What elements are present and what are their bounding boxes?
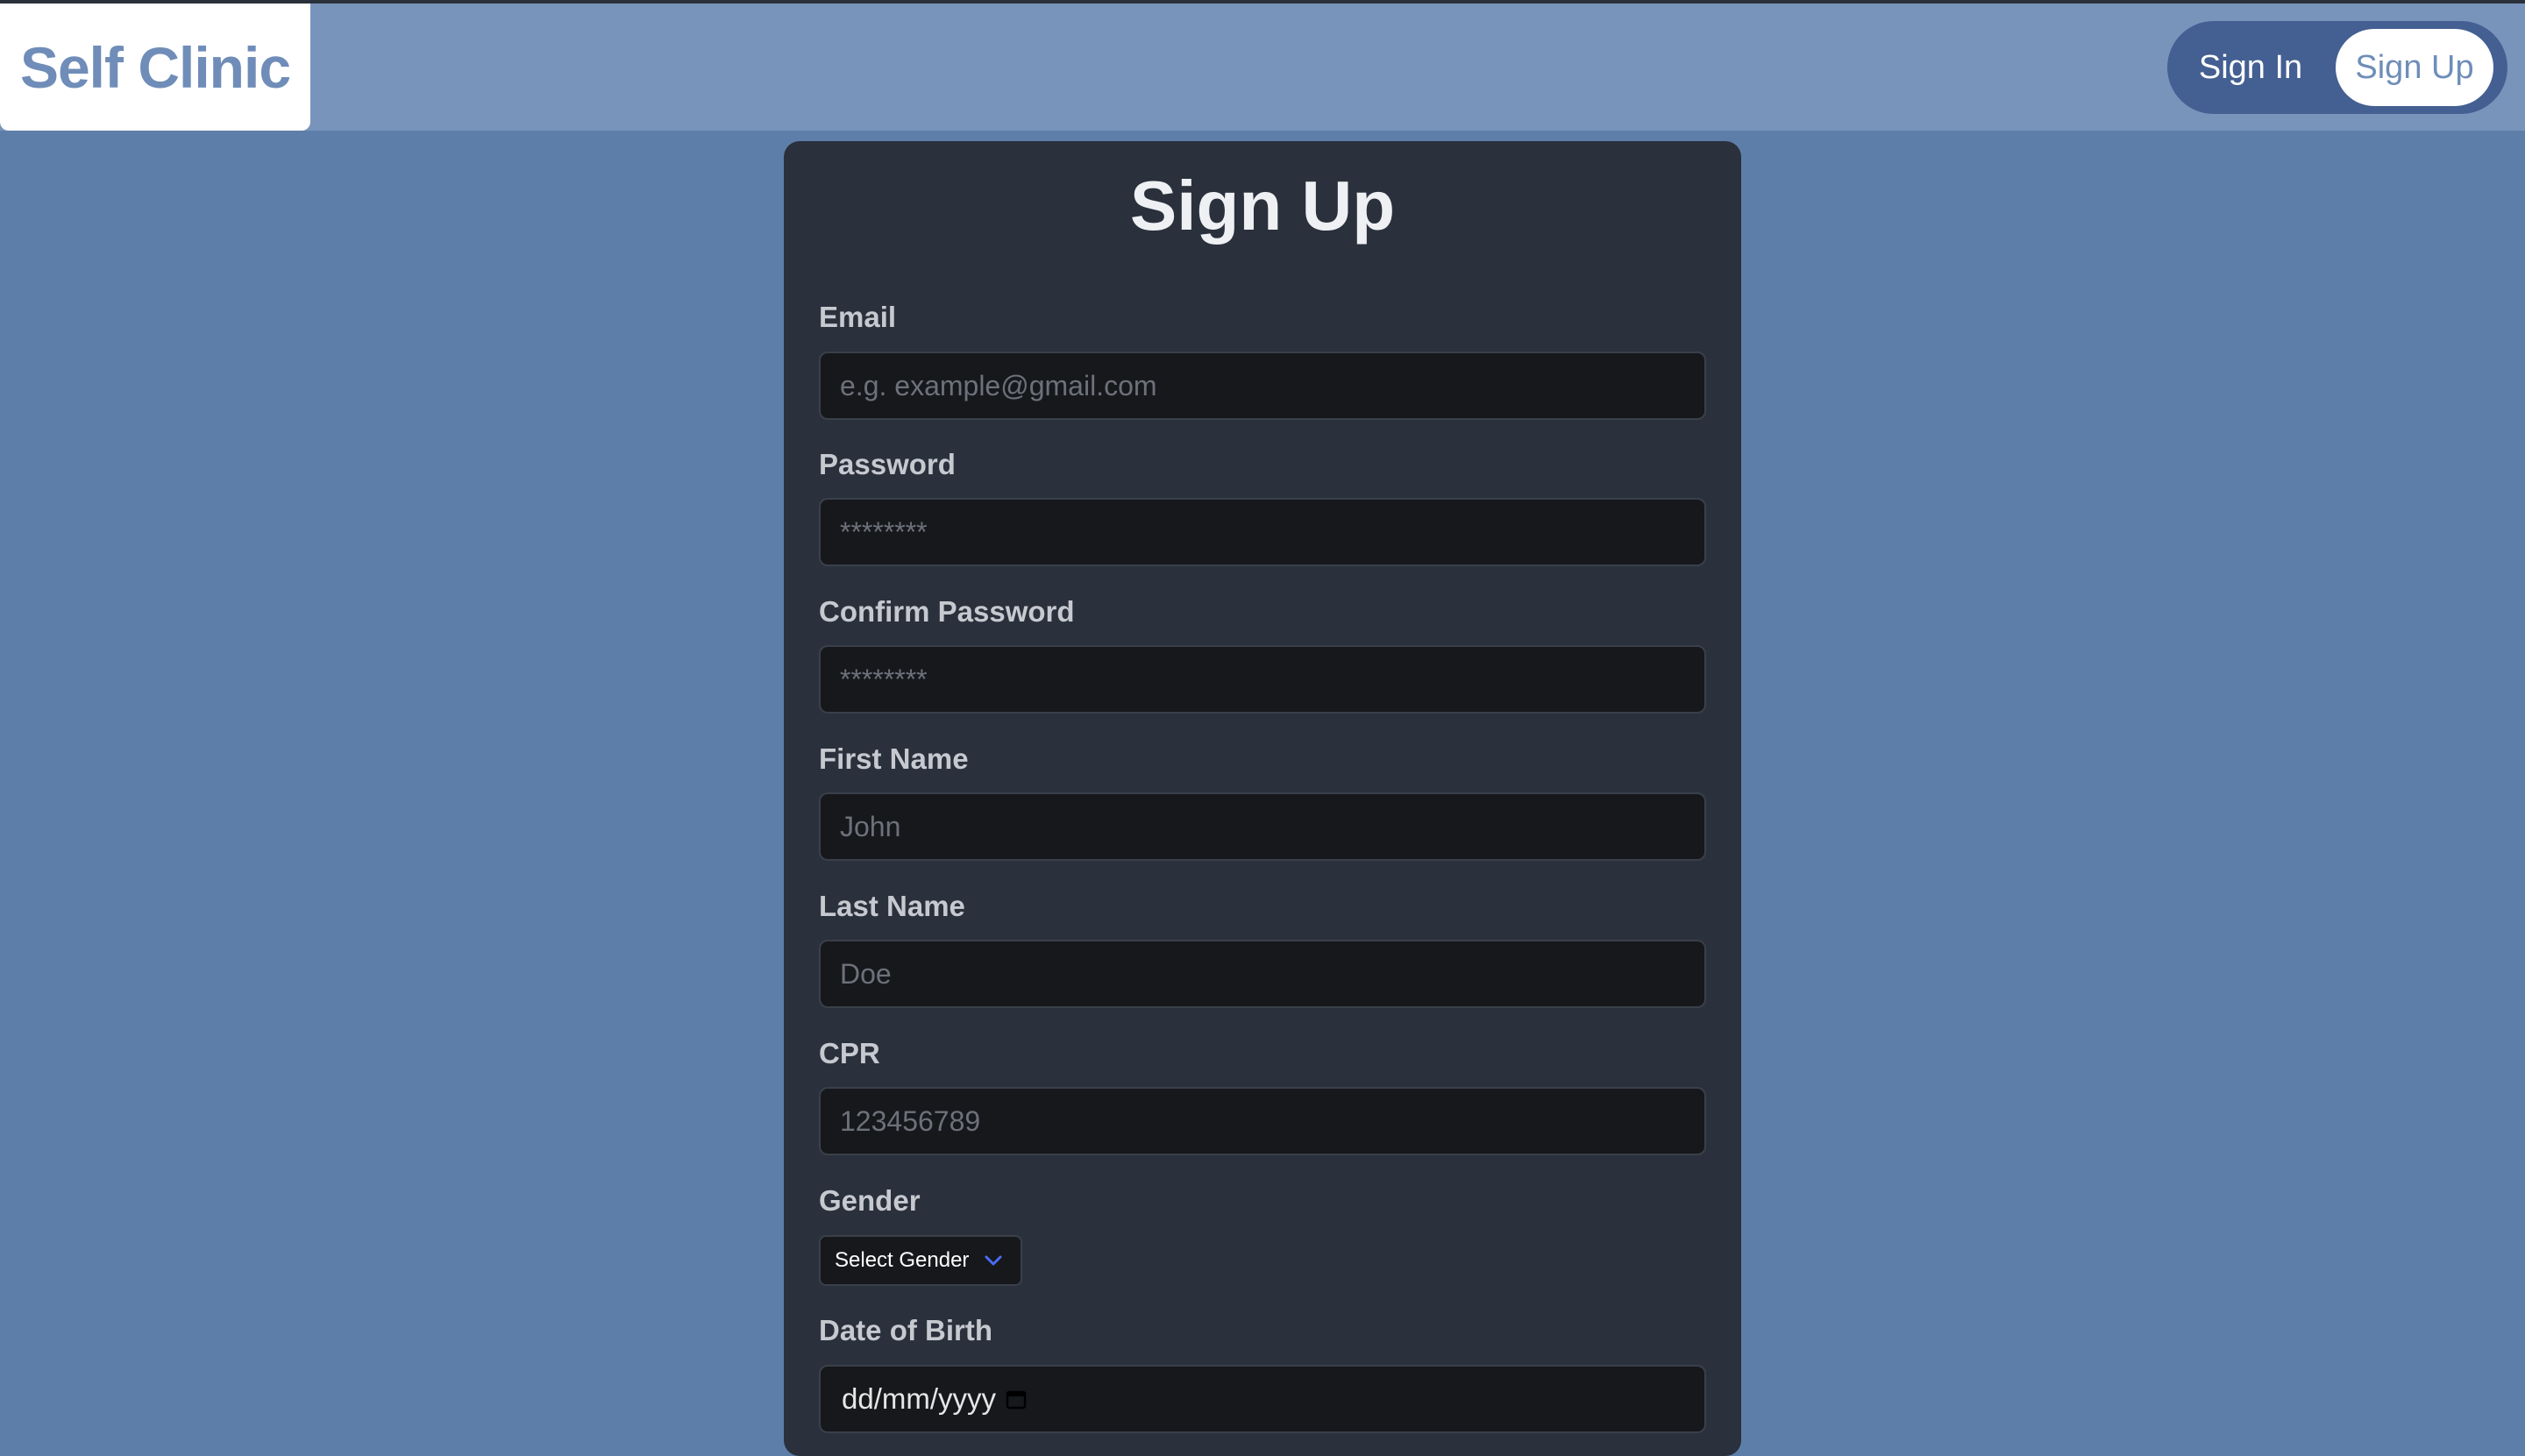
sign-in-button[interactable]: Sign In <box>2167 21 2334 114</box>
first-name-field[interactable] <box>819 792 1706 861</box>
page-title: Sign Up <box>1129 167 1396 245</box>
brand-logo[interactable]: Self Clinic <box>0 4 310 131</box>
sign-up-button[interactable]: Sign Up <box>2336 29 2493 106</box>
last-name-field[interactable] <box>819 940 1706 1008</box>
confirm-password-field[interactable] <box>819 645 1706 714</box>
gender-select-value: Select Gender <box>835 1248 970 1272</box>
calendar-icon[interactable] <box>1005 1388 1028 1410</box>
password-label: Password <box>819 448 956 480</box>
cpr-field[interactable] <box>819 1087 1706 1155</box>
first-name-label: First Name <box>819 742 969 775</box>
gender-label: Gender <box>819 1184 921 1217</box>
chevron-down-icon <box>985 1255 1002 1266</box>
cpr-label: CPR <box>819 1037 880 1069</box>
dob-value: dd/mm/yyyy <box>842 1382 997 1415</box>
email-field[interactable] <box>819 352 1706 420</box>
brand-name: Self Clinic <box>19 34 291 100</box>
auth-switch: Sign In Sign Up <box>2167 21 2507 114</box>
password-field[interactable] <box>819 498 1706 566</box>
dob-field[interactable]: dd/mm/yyyy <box>819 1365 1706 1433</box>
gender-select[interactable]: Select Gender <box>819 1235 1022 1286</box>
dob-label: Date of Birth <box>819 1314 992 1346</box>
navbar <box>0 4 2525 131</box>
last-name-label: Last Name <box>819 890 965 922</box>
email-label: Email <box>819 301 897 333</box>
confirm-password-label: Confirm Password <box>819 595 1075 628</box>
